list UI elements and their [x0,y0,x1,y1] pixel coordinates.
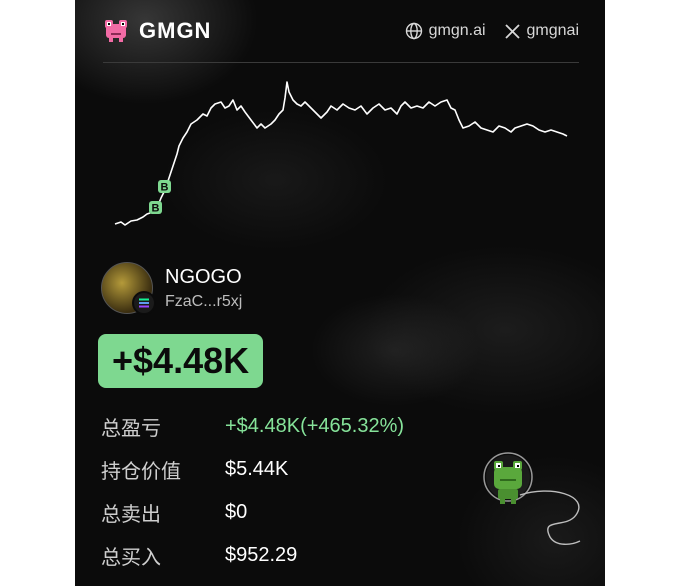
stat-value: +$4.48K(+465.32%) [225,415,405,437]
pnl-share-card: GMGN gmgn.ai gmgnai B B NGOGO FzaC...r5x… [75,0,605,586]
card-header: GMGN gmgn.ai gmgnai [103,16,579,46]
buy-marker: B [158,180,171,194]
stat-label: 总卖出 [101,504,161,526]
stat-label: 总盈亏 [101,418,161,440]
avatar [101,262,156,315]
stat-row-total-sold: 总卖出 $0 [101,491,521,534]
pnl-headline: +$4.48K [112,340,250,381]
user-names: NGOGO FzaC...r5xj [165,266,242,311]
stat-value: $952.29 [225,544,298,566]
header-links: gmgn.ai gmgnai [405,22,579,40]
svg-text:B: B [161,182,169,194]
svg-text:B: B [152,203,160,215]
username: NGOGO [165,265,242,288]
stats-list: 总盈亏 +$4.48K(+465.32%) 持仓价值 $5.44K 总卖出 $0… [101,405,521,577]
stat-label: 总买入 [101,547,161,569]
x-link-label: gmgnai [526,22,579,39]
stat-label: 持仓价值 [101,461,181,483]
website-link[interactable]: gmgn.ai [405,22,486,40]
wallet-address: FzaC...r5xj [165,292,243,310]
user-info: NGOGO FzaC...r5xj [101,262,242,315]
stat-value: $5.44K [225,458,289,480]
stat-row-total-bought: 总买入 $952.29 [101,534,521,577]
pnl-chart: B B [114,81,568,226]
brand: GMGN [103,18,211,44]
stat-row-total-pnl: 总盈亏 +$4.48K(+465.32%) [101,405,521,448]
stat-row-holding-value: 持仓价值 $5.44K [101,448,521,491]
website-link-label: gmgn.ai [428,22,486,39]
x-logo-icon [504,23,520,39]
solana-icon [132,291,156,315]
pnl-badge: +$4.48K [98,334,264,388]
pnl-chart-line [114,81,568,226]
buy-marker: B [149,201,162,215]
globe-icon [405,22,422,40]
astronaut-frog-icon [483,452,581,545]
stat-value: $0 [225,501,248,523]
frog-logo-icon [105,20,127,42]
brand-name: GMGN [139,18,212,43]
x-link[interactable]: gmgnai [504,22,579,40]
